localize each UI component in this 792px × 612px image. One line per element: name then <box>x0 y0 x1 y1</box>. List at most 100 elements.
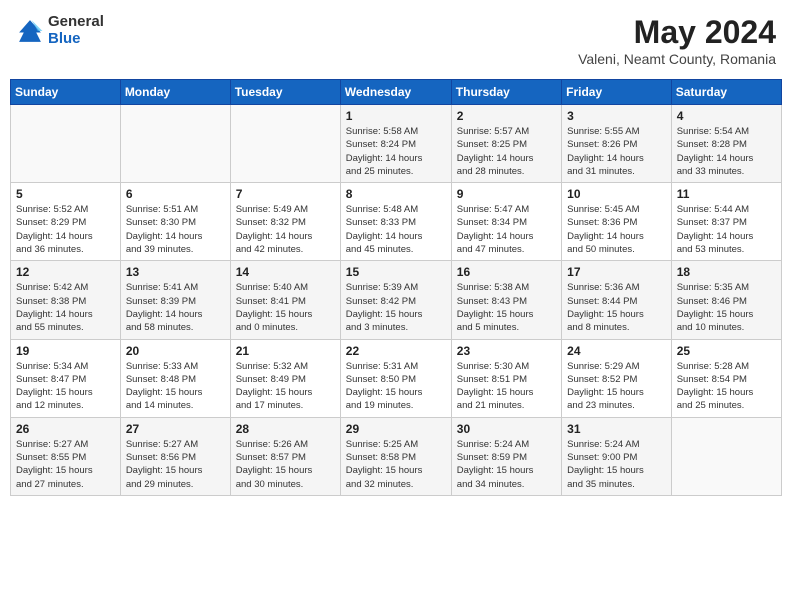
day-number: 17 <box>567 265 666 279</box>
day-info: Sunrise: 5:57 AMSunset: 8:25 PMDaylight:… <box>457 125 556 178</box>
day-header-tuesday: Tuesday <box>230 80 340 105</box>
day-number: 2 <box>457 109 556 123</box>
day-number: 4 <box>677 109 776 123</box>
day-header-sunday: Sunday <box>11 80 121 105</box>
day-info: Sunrise: 5:44 AMSunset: 8:37 PMDaylight:… <box>677 203 776 256</box>
day-number: 5 <box>16 187 115 201</box>
calendar-cell: 31 Sunrise: 5:24 AMSunset: 9:00 PMDayligh… <box>562 417 672 495</box>
day-number: 22 <box>346 344 446 358</box>
days-of-week-row: SundayMondayTuesdayWednesdayThursdayFrid… <box>11 80 782 105</box>
day-info: Sunrise: 5:35 AMSunset: 8:46 PMDaylight:… <box>677 281 776 334</box>
day-number: 8 <box>346 187 446 201</box>
calendar-cell: 26 Sunrise: 5:27 AMSunset: 8:55 PMDayligh… <box>11 417 121 495</box>
calendar-cell: 21 Sunrise: 5:32 AMSunset: 8:49 PMDayligh… <box>230 339 340 417</box>
calendar-cell: 12 Sunrise: 5:42 AMSunset: 8:38 PMDayligh… <box>11 261 121 339</box>
day-number: 25 <box>677 344 776 358</box>
logo: General Blue <box>16 14 104 47</box>
calendar-cell: 22 Sunrise: 5:31 AMSunset: 8:50 PMDayligh… <box>340 339 451 417</box>
calendar-cell: 18 Sunrise: 5:35 AMSunset: 8:46 PMDayligh… <box>671 261 781 339</box>
calendar-cell: 24Sunrise: 5:29 AMSunset: 8:52 PMDayligh… <box>562 339 672 417</box>
day-info: Sunrise: 5:36 AMSunset: 8:44 PMDaylight:… <box>567 281 666 334</box>
day-info: Sunrise: 5:26 AMSunset: 8:57 PMDaylight:… <box>236 438 335 491</box>
calendar-cell: 5Sunrise: 5:52 AMSunset: 8:29 PMDaylight… <box>11 183 121 261</box>
calendar-cell: 4 Sunrise: 5:54 AMSunset: 8:28 PMDaylight… <box>671 105 781 183</box>
calendar-cell: 23 Sunrise: 5:30 AMSunset: 8:51 PMDayligh… <box>451 339 561 417</box>
week-row-1: 1Sunrise: 5:58 AMSunset: 8:24 PMDaylight… <box>11 105 782 183</box>
logo-general-text: General <box>48 14 104 31</box>
logo-text: General Blue <box>48 14 104 47</box>
calendar-header: SundayMondayTuesdayWednesdayThursdayFrid… <box>11 80 782 105</box>
day-number: 24 <box>567 344 666 358</box>
week-row-4: 19 Sunrise: 5:34 AMSunset: 8:47 PMDayligh… <box>11 339 782 417</box>
day-number: 29 <box>346 422 446 436</box>
day-info: Sunrise: 5:31 AMSunset: 8:50 PMDaylight:… <box>346 360 446 413</box>
day-number: 26 <box>16 422 115 436</box>
day-info: Sunrise: 5:25 AMSunset: 8:58 PMDaylight:… <box>346 438 446 491</box>
day-number: 30 <box>457 422 556 436</box>
day-info: Sunrise: 5:51 AMSunset: 8:30 PMDaylight:… <box>126 203 225 256</box>
day-number: 19 <box>16 344 115 358</box>
calendar-cell: 11 Sunrise: 5:44 AMSunset: 8:37 PMDayligh… <box>671 183 781 261</box>
calendar-cell: 8Sunrise: 5:48 AMSunset: 8:33 PMDaylight… <box>340 183 451 261</box>
day-header-wednesday: Wednesday <box>340 80 451 105</box>
day-header-thursday: Thursday <box>451 80 561 105</box>
day-info: Sunrise: 5:28 AMSunset: 8:54 PMDaylight:… <box>677 360 776 413</box>
day-number: 18 <box>677 265 776 279</box>
calendar-cell: 16Sunrise: 5:38 AMSunset: 8:43 PMDayligh… <box>451 261 561 339</box>
week-row-2: 5Sunrise: 5:52 AMSunset: 8:29 PMDaylight… <box>11 183 782 261</box>
day-info: Sunrise: 5:47 AMSunset: 8:34 PMDaylight:… <box>457 203 556 256</box>
day-number: 11 <box>677 187 776 201</box>
day-number: 7 <box>236 187 335 201</box>
calendar-cell: 15 Sunrise: 5:39 AMSunset: 8:42 PMDayligh… <box>340 261 451 339</box>
calendar-cell: 20Sunrise: 5:33 AMSunset: 8:48 PMDayligh… <box>120 339 230 417</box>
calendar-cell: 10Sunrise: 5:45 AMSunset: 8:36 PMDayligh… <box>562 183 672 261</box>
day-number: 15 <box>346 265 446 279</box>
calendar-cell: 3 Sunrise: 5:55 AMSunset: 8:26 PMDaylight… <box>562 105 672 183</box>
day-number: 3 <box>567 109 666 123</box>
day-info: Sunrise: 5:54 AMSunset: 8:28 PMDaylight:… <box>677 125 776 178</box>
day-info: Sunrise: 5:34 AMSunset: 8:47 PMDaylight:… <box>16 360 115 413</box>
day-info: Sunrise: 5:42 AMSunset: 8:38 PMDaylight:… <box>16 281 115 334</box>
day-number: 13 <box>126 265 225 279</box>
logo-icon <box>16 17 44 45</box>
calendar-table: SundayMondayTuesdayWednesdayThursdayFrid… <box>10 79 782 496</box>
day-info: Sunrise: 5:40 AMSunset: 8:41 PMDaylight:… <box>236 281 335 334</box>
day-number: 20 <box>126 344 225 358</box>
day-number: 9 <box>457 187 556 201</box>
day-number: 28 <box>236 422 335 436</box>
logo-blue-text: Blue <box>48 31 104 48</box>
day-info: Sunrise: 5:38 AMSunset: 8:43 PMDaylight:… <box>457 281 556 334</box>
day-info: Sunrise: 5:27 AMSunset: 8:56 PMDaylight:… <box>126 438 225 491</box>
day-info: Sunrise: 5:30 AMSunset: 8:51 PMDaylight:… <box>457 360 556 413</box>
day-number: 6 <box>126 187 225 201</box>
day-info: Sunrise: 5:39 AMSunset: 8:42 PMDaylight:… <box>346 281 446 334</box>
day-info: Sunrise: 5:32 AMSunset: 8:49 PMDaylight:… <box>236 360 335 413</box>
day-header-saturday: Saturday <box>671 80 781 105</box>
calendar-cell: 17 Sunrise: 5:36 AMSunset: 8:44 PMDayligh… <box>562 261 672 339</box>
calendar-cell: 6 Sunrise: 5:51 AMSunset: 8:30 PMDaylight… <box>120 183 230 261</box>
day-info: Sunrise: 5:27 AMSunset: 8:55 PMDaylight:… <box>16 438 115 491</box>
calendar-cell: 14Sunrise: 5:40 AMSunset: 8:41 PMDayligh… <box>230 261 340 339</box>
week-row-3: 12 Sunrise: 5:42 AMSunset: 8:38 PMDayligh… <box>11 261 782 339</box>
calendar-cell: 28 Sunrise: 5:26 AMSunset: 8:57 PMDayligh… <box>230 417 340 495</box>
day-info: Sunrise: 5:49 AMSunset: 8:32 PMDaylight:… <box>236 203 335 256</box>
calendar-cell: 2 Sunrise: 5:57 AMSunset: 8:25 PMDaylight… <box>451 105 561 183</box>
day-number: 31 <box>567 422 666 436</box>
calendar-cell: 19 Sunrise: 5:34 AMSunset: 8:47 PMDayligh… <box>11 339 121 417</box>
calendar-cell: 25 Sunrise: 5:28 AMSunset: 8:54 PMDayligh… <box>671 339 781 417</box>
day-info: Sunrise: 5:41 AMSunset: 8:39 PMDaylight:… <box>126 281 225 334</box>
day-info: Sunrise: 5:45 AMSunset: 8:36 PMDaylight:… <box>567 203 666 256</box>
calendar-cell: 7 Sunrise: 5:49 AMSunset: 8:32 PMDaylight… <box>230 183 340 261</box>
day-number: 23 <box>457 344 556 358</box>
day-info: Sunrise: 5:24 AMSunset: 9:00 PMDaylight:… <box>567 438 666 491</box>
day-number: 27 <box>126 422 225 436</box>
day-number: 12 <box>16 265 115 279</box>
title-block: May 2024 Valeni, Neamt County, Romania <box>578 14 776 67</box>
page-header: General Blue May 2024 Valeni, Neamt Coun… <box>10 10 782 71</box>
day-number: 21 <box>236 344 335 358</box>
calendar-cell: 27 Sunrise: 5:27 AMSunset: 8:56 PMDayligh… <box>120 417 230 495</box>
day-info: Sunrise: 5:24 AMSunset: 8:59 PMDaylight:… <box>457 438 556 491</box>
calendar-cell: 13 Sunrise: 5:41 AMSunset: 8:39 PMDayligh… <box>120 261 230 339</box>
calendar-cell <box>120 105 230 183</box>
day-info: Sunrise: 5:55 AMSunset: 8:26 PMDaylight:… <box>567 125 666 178</box>
